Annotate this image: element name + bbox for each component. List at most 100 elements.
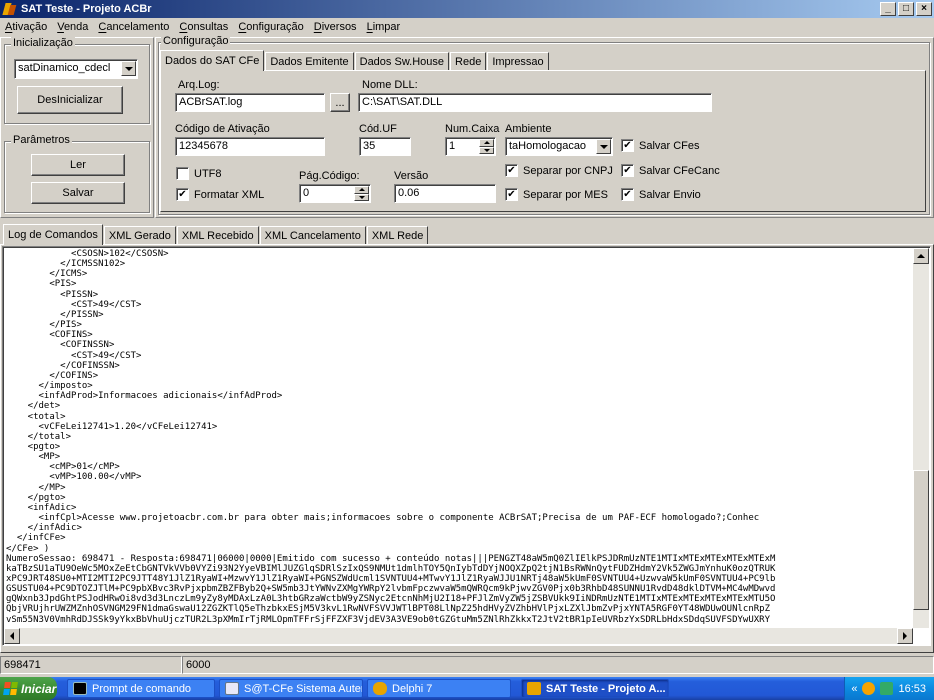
numcaixa-spin[interactable] — [479, 139, 494, 154]
title-bar[interactable]: SAT Teste - Projeto ACBr _ □ × — [0, 0, 934, 18]
task-delphi[interactable]: Delphi 7 — [367, 679, 511, 698]
chevron-down-icon — [124, 66, 133, 71]
task-sat-teste-label: SAT Teste - Projeto A... — [546, 682, 666, 695]
arq-log-input[interactable]: ACBrSAT.log — [175, 93, 325, 112]
tab-xml-rede[interactable]: XML Rede — [366, 226, 429, 244]
browse-log-button[interactable]: ... — [330, 93, 350, 112]
pagcod-spinner[interactable]: 0 — [299, 184, 371, 203]
ambiente-combo[interactable]: taHomologacao — [505, 137, 613, 156]
maximize-button[interactable]: □ — [898, 2, 914, 16]
tab-dados-emitente[interactable]: Dados Emitente — [265, 52, 354, 70]
menu-diversos[interactable]: Diversos — [309, 21, 362, 33]
tab-xml-cancelamento[interactable]: XML Cancelamento — [259, 226, 366, 244]
coduf-input[interactable]: 35 — [359, 137, 411, 156]
log-tabs: Log de Comandos XML Gerado XML Recebido … — [3, 224, 429, 245]
app-icon — [3, 2, 17, 16]
delphi-icon — [373, 682, 387, 695]
ambiente-dropdown[interactable] — [596, 139, 611, 154]
model-combo-dropdown[interactable] — [121, 61, 136, 76]
app-icon — [527, 682, 541, 695]
tab-rede[interactable]: Rede — [450, 52, 487, 70]
ambiente-value: taHomologacao — [509, 140, 587, 152]
salvar-cfes-checkbox[interactable]: ✔ Salvar CFes — [621, 139, 700, 152]
menu-configuracao[interactable]: Configuração — [233, 21, 308, 33]
status-panel-session: 698471 — [0, 656, 182, 674]
menu-consultas[interactable]: Consultas — [174, 21, 233, 33]
arrow-right-icon — [903, 632, 907, 640]
init-group: Inicialização satDinamico_cdecl DesInici… — [4, 37, 150, 124]
formatar-xml-checkbox[interactable]: ✔ Formatar XML — [176, 188, 264, 201]
tray-app-icon[interactable] — [862, 682, 876, 695]
config-group-title: Configuração — [161, 35, 231, 47]
dll-input[interactable]: C:\SAT\SAT.DLL — [358, 93, 712, 112]
utf8-checkbox[interactable]: UTF8 — [176, 167, 222, 180]
close-button[interactable]: × — [916, 2, 932, 16]
scroll-left-button[interactable] — [4, 628, 20, 644]
checkbox-box: ✔ — [621, 139, 634, 152]
tab-impressao[interactable]: Impressao — [487, 52, 549, 70]
task-sat-cfe[interactable]: S@T-CFe Sistema Auten... — [219, 679, 363, 698]
pagcod-label: Pág.Código: — [299, 170, 360, 182]
menu-venda[interactable]: Venda — [52, 21, 93, 33]
menu-ativacao[interactable]: Ativação — [0, 21, 52, 33]
taskbar: Iniciar Prompt de comando S@T-CFe Sistem… — [0, 677, 934, 700]
salvar-cfecanc-label: Salvar CFeCanc — [639, 164, 720, 177]
chevron-down-icon — [599, 144, 608, 149]
menu-cancelamento[interactable]: Cancelamento — [93, 21, 174, 33]
spin-up-button[interactable] — [354, 186, 369, 194]
pagcod-spin[interactable] — [354, 186, 369, 201]
cod-ativ-input[interactable]: 12345678 — [175, 137, 325, 156]
salvar-cfecanc-checkbox[interactable]: ✔ Salvar CFeCanc — [621, 164, 720, 177]
task-prompt-label: Prompt de comando — [92, 682, 192, 695]
tab-xml-recebido[interactable]: XML Recebido — [176, 226, 259, 244]
formatar-xml-label: Formatar XML — [194, 188, 265, 201]
versao-input[interactable]: 0.06 — [394, 184, 496, 203]
salvar-envio-label: Salvar Envio — [639, 188, 701, 201]
status-bar: 698471 6000 — [0, 655, 934, 675]
params-group: Parâmetros Ler Salvar — [4, 134, 150, 213]
horizontal-scrollbar[interactable] — [4, 628, 913, 644]
minimize-button[interactable]: _ — [880, 2, 896, 16]
checkbox-box: ✔ — [621, 188, 634, 201]
start-button[interactable]: Iniciar — [0, 677, 57, 700]
vertical-scroll-thumb[interactable] — [913, 470, 929, 610]
tab-xml-gerado[interactable]: XML Gerado — [103, 226, 176, 244]
arq-log-label: Arq.Log: — [178, 79, 220, 91]
salvar-button[interactable]: Salvar — [31, 182, 125, 204]
window-title: SAT Teste - Projeto ACBr — [21, 3, 152, 15]
spin-up-button[interactable] — [479, 139, 494, 147]
system-tray: « 16:53 — [844, 677, 934, 700]
menu-bar: Ativação Venda Cancelamento Consultas Co… — [0, 18, 934, 35]
scroll-right-button[interactable] — [897, 628, 913, 644]
task-sat-teste[interactable]: SAT Teste - Projeto A... — [521, 679, 669, 698]
checkbox-box: ✔ — [505, 164, 518, 177]
spin-down-button[interactable] — [354, 193, 369, 201]
tab-dados-swhouse[interactable]: Dados Sw.House — [354, 52, 450, 70]
tab-dados-sat-cfe[interactable]: Dados do SAT CFe — [160, 50, 265, 71]
params-group-title: Parâmetros — [11, 134, 72, 146]
log-text: <CSOSN>102</CSOSN> </ICMSSN102> </ICMS> … — [6, 249, 776, 625]
task-prompt[interactable]: Prompt de comando — [67, 679, 215, 698]
checkbox-box — [176, 167, 189, 180]
numcaixa-label: Num.Caixa — [445, 123, 500, 135]
tray-expand-icon[interactable]: « — [851, 683, 857, 695]
desinicializar-button[interactable]: DesInicializar — [17, 86, 123, 114]
sep-cnpj-checkbox[interactable]: ✔ Separar por CNPJ — [505, 164, 613, 177]
start-label: Iniciar — [21, 681, 57, 696]
scroll-up-button[interactable] — [913, 248, 929, 264]
network-icon[interactable] — [880, 682, 894, 695]
init-group-title: Inicialização — [11, 37, 75, 49]
status-panel-code: 6000 — [182, 656, 934, 674]
salvar-envio-checkbox[interactable]: ✔ Salvar Envio — [621, 188, 701, 201]
menu-limpar[interactable]: Limpar — [362, 21, 406, 33]
task-delphi-label: Delphi 7 — [392, 682, 433, 695]
clock[interactable]: 16:53 — [898, 683, 926, 695]
vertical-scrollbar[interactable] — [913, 248, 929, 628]
tab-log-comandos[interactable]: Log de Comandos — [3, 224, 103, 245]
log-memo[interactable]: <CSOSN>102</CSOSN> </ICMSSN102> </ICMS> … — [2, 246, 931, 646]
model-combo[interactable]: satDinamico_cdecl — [14, 59, 138, 79]
spin-down-button[interactable] — [479, 146, 494, 154]
ler-button[interactable]: Ler — [31, 154, 125, 176]
numcaixa-spinner[interactable]: 1 — [445, 137, 496, 156]
sep-mes-checkbox[interactable]: ✔ Separar por MES — [505, 188, 608, 201]
